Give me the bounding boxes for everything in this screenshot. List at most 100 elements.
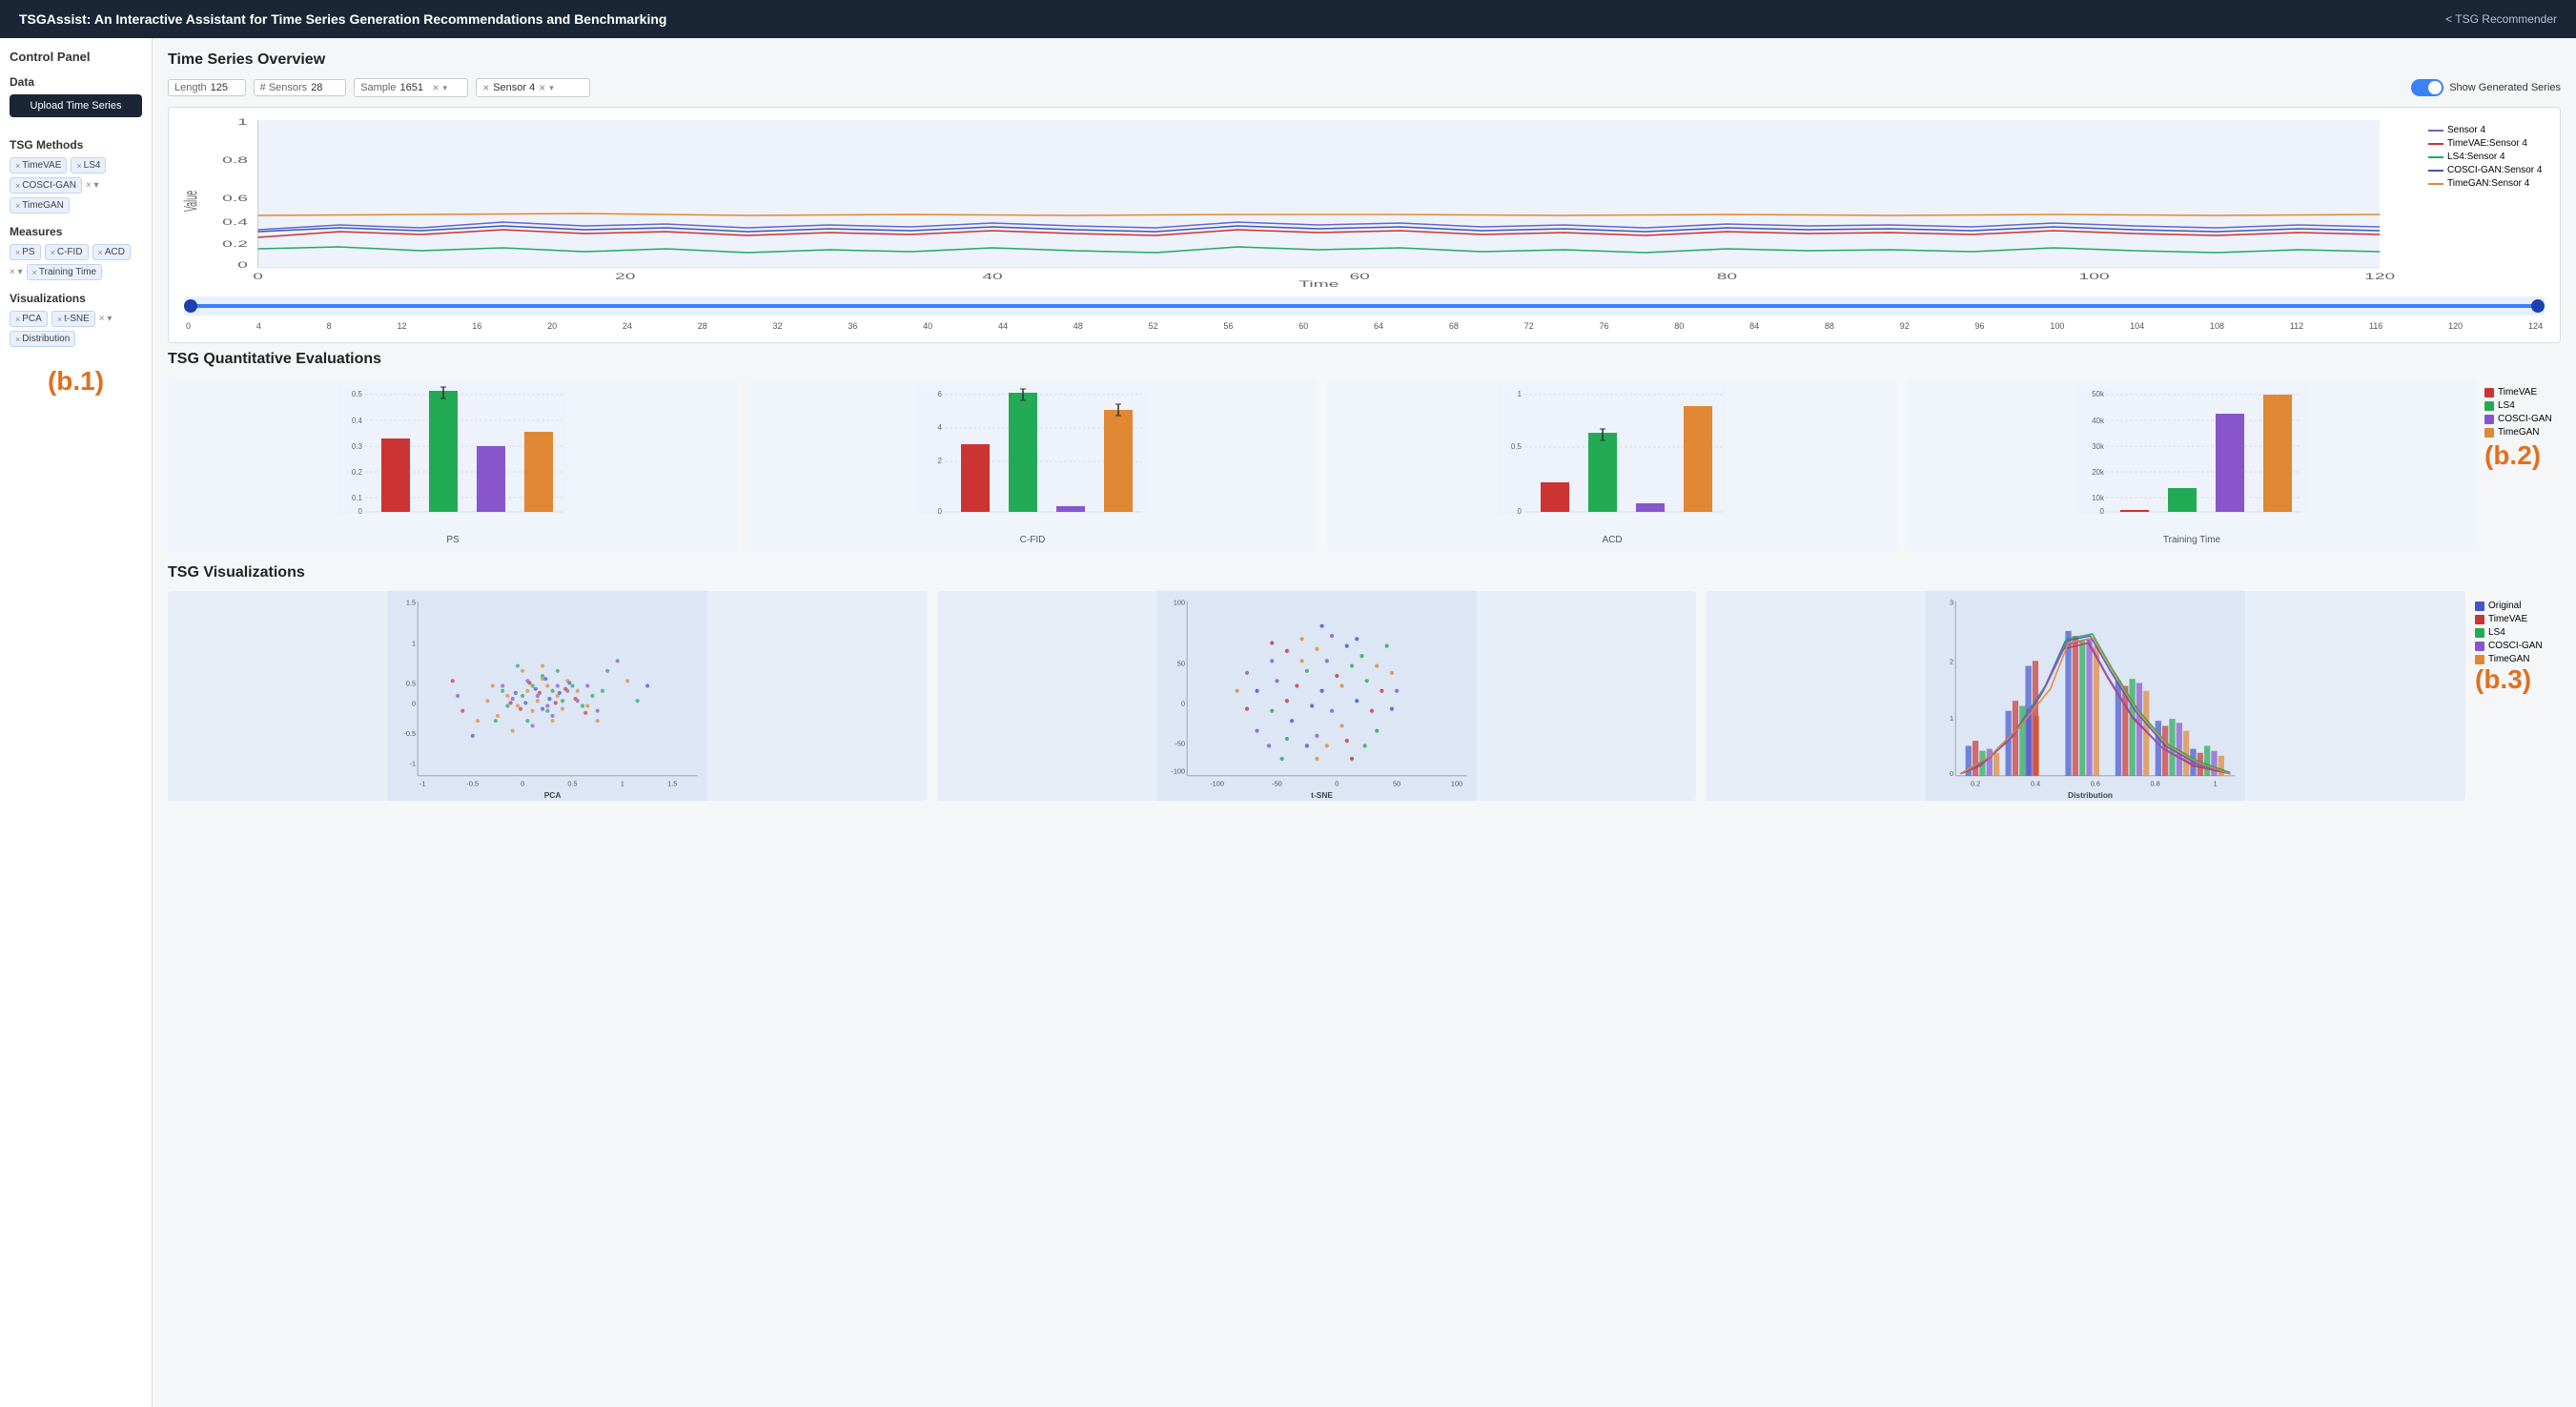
method-tag-timegan[interactable]: × TimeGAN (10, 197, 70, 214)
sample-dropdown-icon[interactable]: ▾ (443, 83, 448, 93)
sensor-select[interactable]: × Sensor 4 × ▾ (476, 78, 590, 97)
sensor-dropdown-icon[interactable]: ▾ (549, 83, 554, 93)
methods-more[interactable]: × ▾ (86, 180, 99, 191)
length-label: Length (174, 82, 207, 93)
tick-64: 64 (1374, 321, 1383, 331)
svg-text:0: 0 (1950, 769, 1953, 778)
measure-tag-ps[interactable]: × PS (10, 244, 41, 260)
upload-time-series-button[interactable]: Upload Time Series (10, 94, 142, 117)
quant-legend-timegan-label: TimeGAN (2498, 427, 2540, 438)
slider-thumb-left[interactable] (184, 299, 197, 313)
remove-training-time-icon[interactable]: × (32, 268, 37, 277)
tick-12: 12 (397, 321, 406, 331)
visualizations-group: × PCA × t-SNE × ▾ × Distribution (10, 311, 142, 347)
remove-timegan-icon[interactable]: × (15, 201, 20, 211)
svg-text:0.4: 0.4 (352, 417, 363, 425)
svg-text:0.2: 0.2 (352, 468, 363, 477)
tick-20: 20 (547, 321, 557, 331)
svg-text:-50: -50 (1175, 739, 1185, 747)
viz-tag-tsne[interactable]: × t-SNE (51, 311, 95, 327)
quant-legend-ls4-color (2484, 401, 2494, 411)
viz-tag-distribution[interactable]: × Distribution (10, 331, 75, 347)
svg-text:40: 40 (982, 272, 1002, 281)
svg-text:PCA: PCA (544, 790, 562, 800)
sensor-clear-icon[interactable]: × (482, 81, 489, 94)
measures-more[interactable]: × ▾ (10, 267, 23, 277)
quant-legend-coscigan-color (2484, 415, 2494, 424)
measure-tag-cfid-label: C-FID (57, 247, 83, 257)
svg-text:100: 100 (1173, 599, 1184, 607)
length-value: 125 (211, 82, 239, 93)
ts-legend: Sensor 4 TimeVAE:Sensor 4 LS4:Sensor 4 C… (2428, 115, 2552, 189)
remove-timevae-icon[interactable]: × (15, 161, 20, 171)
svg-text:0: 0 (1335, 779, 1339, 787)
tick-36: 36 (848, 321, 857, 331)
svg-text:-1: -1 (410, 759, 417, 767)
remove-ls4-icon[interactable]: × (76, 161, 81, 171)
legend-timegan-ts-color (2428, 183, 2443, 185)
cfid-chart: 6 4 2 0 (747, 377, 1318, 553)
svg-text:0.1: 0.1 (352, 494, 363, 502)
viz-legend-timegan-color (2475, 655, 2484, 664)
cfid-bar-timevae (961, 444, 990, 512)
quant-legend-ls4: LS4 (2484, 400, 2561, 411)
tick-124: 124 (2528, 321, 2543, 331)
remove-ps-icon[interactable]: × (15, 248, 20, 257)
svg-text:0: 0 (358, 507, 363, 516)
viz-section: TSG Visualizations 1.5 1 0.5 (168, 564, 2561, 801)
viz-tag-tsne-label: t-SNE (64, 314, 90, 324)
show-generated-toggle[interactable] (2411, 79, 2443, 96)
quant-legend-wrap: 0.5 0.4 0.3 0.2 0.1 0 (168, 377, 2561, 553)
svg-text:-100: -100 (1210, 779, 1224, 787)
svg-text:50k: 50k (2092, 390, 2105, 398)
sensor-clear2-icon[interactable]: × (539, 81, 545, 94)
tt-bar-coscigan (2216, 414, 2244, 512)
svg-text:1: 1 (621, 779, 624, 787)
method-tag-timevae[interactable]: × TimeVAE (10, 157, 67, 173)
acd-bar-timegan (1684, 406, 1712, 512)
time-series-chart-card: 1 0.8 0.6 0.4 0.2 0 Value 0 20 40 60 80 … (168, 107, 2561, 343)
time-slider[interactable] (184, 296, 2545, 316)
sensors-label: # Sensors (260, 82, 308, 93)
method-tag-ls4[interactable]: × LS4 (71, 157, 106, 173)
remove-coscigan-icon[interactable]: × (15, 181, 20, 191)
sample-select[interactable]: Sample 1651 × ▾ (354, 78, 468, 97)
ps-bar-timegan (524, 432, 553, 512)
tick-44: 44 (998, 321, 1008, 331)
remove-acd-icon[interactable]: × (98, 248, 103, 257)
tick-68: 68 (1449, 321, 1459, 331)
sample-clear-icon[interactable]: × (432, 81, 439, 94)
measure-tag-training-time[interactable]: × Training Time (27, 264, 102, 280)
viz-tag-pca[interactable]: × PCA (10, 311, 48, 327)
slider-thumb-right[interactable] (2531, 299, 2545, 313)
tick-52: 52 (1149, 321, 1158, 331)
remove-cfid-icon[interactable]: × (51, 248, 55, 257)
measures-label: Measures (10, 225, 142, 238)
measure-tag-acd[interactable]: × ACD (92, 244, 131, 260)
remove-distribution-icon[interactable]: × (15, 335, 20, 344)
remove-pca-icon[interactable]: × (15, 315, 20, 324)
tt-bar-ls4 (2168, 488, 2197, 512)
ps-bar-coscigan (477, 446, 505, 512)
quant-legend-timevae-label: TimeVAE (2498, 387, 2537, 398)
slider-ticks: 0 4 8 12 16 20 24 28 32 36 40 44 48 52 5… (184, 321, 2545, 331)
svg-text:-100: -100 (1171, 767, 1185, 776)
method-tag-ls4-label: LS4 (84, 160, 101, 171)
svg-text:0: 0 (938, 507, 943, 516)
tick-40: 40 (923, 321, 932, 331)
method-tag-coscigan[interactable]: × COSCI-GAN (10, 177, 82, 194)
remove-tsne-icon[interactable]: × (57, 315, 62, 324)
viz-title: TSG Visualizations (168, 564, 2561, 581)
acd-chart: 1 0.5 0 (1327, 377, 1897, 553)
svg-text:1: 1 (412, 640, 416, 648)
acd-chart-title: ACD (1335, 535, 1890, 545)
b1-label: (b.1) (10, 366, 142, 397)
tsg-recommender-link[interactable]: < TSG Recommender (2445, 12, 2557, 26)
toggle-label: Show Generated Series (2449, 82, 2561, 93)
tick-60: 60 (1298, 321, 1308, 331)
measure-tag-cfid[interactable]: × C-FID (45, 244, 89, 260)
viz-more[interactable]: × ▾ (99, 314, 112, 324)
main-content: Time Series Overview Length 125 # Sensor… (153, 38, 2576, 1407)
main-layout: Control Panel Data Upload Time Series TS… (0, 38, 2576, 1407)
svg-text:40k: 40k (2092, 417, 2105, 425)
